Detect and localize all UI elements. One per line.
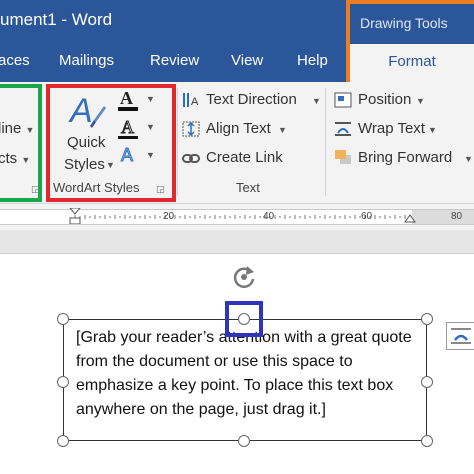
wrap-text-button[interactable]: Wrap Text ▼ [334,119,444,141]
text-box-content[interactable]: [Grab your reader’s attention with a gre… [76,326,422,422]
bring-forward-label: Bring Forward [358,149,453,166]
tab-format[interactable]: Format [350,44,474,82]
top-handle-highlight [225,301,263,337]
horizontal-ruler[interactable]: 20 40 60 80 [0,208,474,225]
drawing-tools-highlight: Drawing Tools Format [346,0,474,82]
tab-help[interactable]: Help [297,52,328,69]
right-indent-marker-icon[interactable] [403,208,417,224]
ruler-margin-right [412,210,474,224]
align-text-label: Align Text [206,120,271,137]
wrap-text-icon [335,122,351,136]
quote-text-box[interactable]: [Grab your reader’s attention with a gre… [63,319,427,441]
chevron-down-icon: ▼ [428,125,437,135]
align-text-icon [182,121,200,137]
tab-references[interactable]: aces [0,52,30,69]
resize-handle-middle-left[interactable] [57,376,69,388]
layout-options-button[interactable] [446,322,474,350]
position-button[interactable]: Position ▼ [334,90,434,112]
position-icon [334,92,352,108]
wordart-styles-highlight [46,84,176,202]
tab-view[interactable]: View [231,52,263,69]
position-label: Position [358,91,412,108]
chevron-down-icon: ▼ [278,125,287,135]
shape-styles-highlight [0,84,42,202]
rotate-handle-icon[interactable] [229,262,259,292]
resize-handle-top-right[interactable] [421,313,433,325]
window-title: ument1 - Word [0,10,113,29]
ribbon: line ▼ cts ▼ ◲ A Quick Styles ▼ A ▼ A ▼ … [0,82,474,204]
text-group-label: Text [236,180,260,195]
resize-handle-top-left[interactable] [57,313,69,325]
tab-review[interactable]: Review [150,52,199,69]
text-direction-button[interactable]: A Text Direction ▼ [182,90,322,112]
chevron-down-icon: ▼ [464,154,473,164]
text-direction-label: Text Direction [206,91,297,108]
create-link-button[interactable]: Create Link [182,148,292,170]
bring-forward-button[interactable]: Bring Forward ▼ [334,148,474,170]
resize-handle-middle-right[interactable] [421,376,433,388]
layout-options-icon [451,328,471,344]
create-link-label: Create Link [206,149,283,166]
link-icon [182,154,200,163]
resize-handle-bottom-left[interactable] [57,435,69,447]
resize-handle-bottom-center[interactable] [238,435,250,447]
ruler-mark-60: 60 [361,211,373,222]
svg-text:A: A [191,96,199,108]
ruler-mark-80: 80 [451,211,463,222]
ruler-mark-20: 20 [163,211,175,222]
group-divider [177,88,178,196]
wrap-text-label: Wrap Text [358,120,425,137]
chevron-down-icon: ▼ [312,96,321,106]
text-direction-icon: A [183,93,199,108]
ruler-mark-40: 40 [263,211,275,222]
document-gutter [0,230,474,254]
chevron-down-icon: ▼ [416,96,425,106]
ruler-area: 20 40 60 80 [0,204,474,230]
indent-marker-icon[interactable] [68,208,82,224]
group-divider [325,88,326,196]
tab-mailings[interactable]: Mailings [59,52,114,69]
resize-handle-bottom-right[interactable] [421,435,433,447]
drawing-tools-header: Drawing Tools [350,4,474,44]
align-text-button[interactable]: Align Text ▼ [182,119,292,141]
bring-forward-icon [335,150,351,164]
